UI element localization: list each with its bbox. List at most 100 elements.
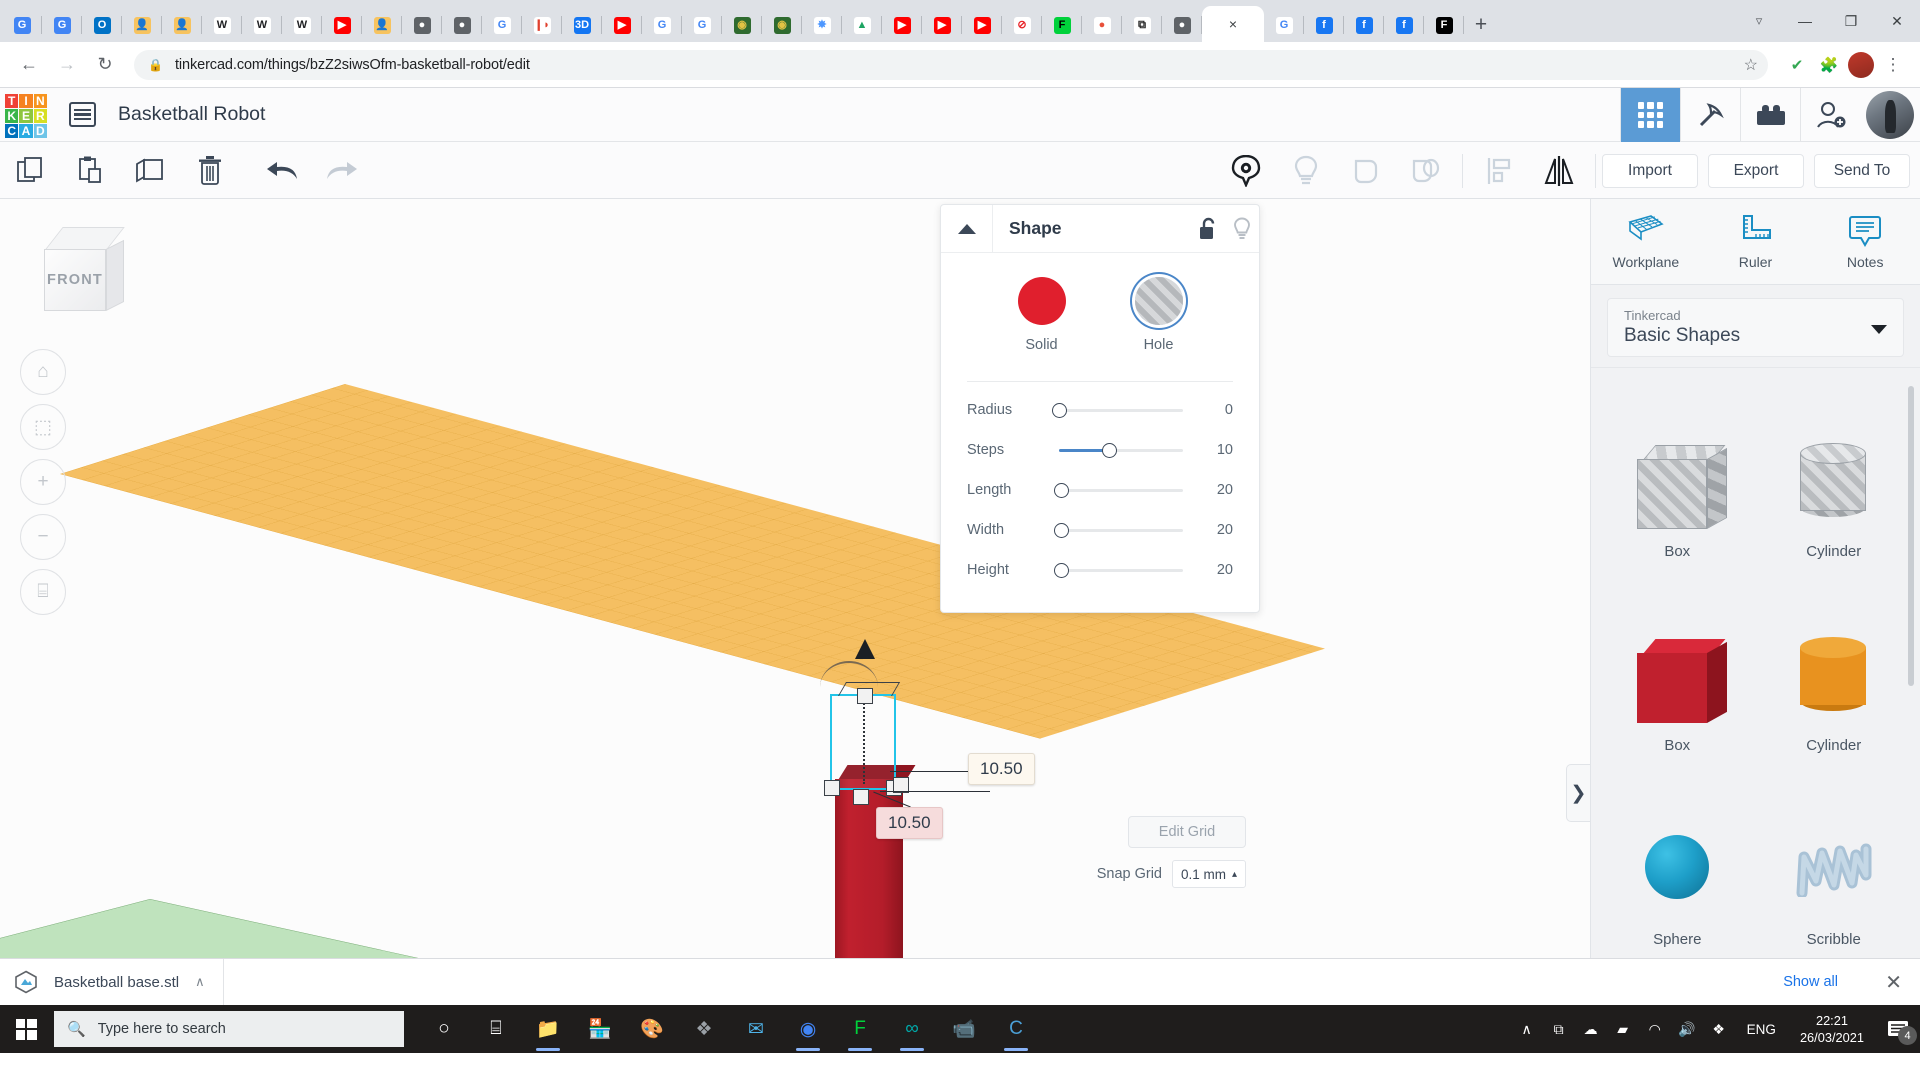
teams-app[interactable]: C <box>992 1005 1040 1053</box>
address-bar[interactable]: 🔒 tinkercad.com/things/bzZ2siwsOfm-baske… <box>134 49 1768 80</box>
google-chrome[interactable]: ◉ <box>784 1005 832 1053</box>
window-shield-icon[interactable]: ▿ <box>1736 0 1782 42</box>
radius-slider[interactable] <box>1052 402 1183 418</box>
shape-cylinder-solid[interactable]: Cylinder <box>1756 572 1913 762</box>
solid-mode-option[interactable]: Solid <box>1017 277 1066 353</box>
view-cube-front-face[interactable]: FRONT <box>44 249 106 311</box>
start-button[interactable] <box>0 1005 52 1053</box>
tab-wikipedia[interactable]: W <box>202 8 242 42</box>
dimension-label-length[interactable]: 10.50 <box>876 807 943 839</box>
download-item[interactable]: Basketball base.stl ∧ <box>14 958 224 1006</box>
zoom-in-button[interactable]: + <box>20 459 66 505</box>
height-slider-knob[interactable] <box>1054 562 1070 578</box>
grid-view-button[interactable] <box>1620 88 1680 142</box>
workplane-tool[interactable]: Workplane <box>1591 199 1701 284</box>
shape-sphere[interactable]: Sphere <box>1599 766 1756 956</box>
length-slider-knob[interactable] <box>1054 482 1070 498</box>
extension-puzzle-icon[interactable]: 🧩 <box>1814 50 1844 80</box>
panel-collapse-button[interactable]: ❯ <box>1566 764 1590 822</box>
zoom-app[interactable]: 📹 <box>940 1005 988 1053</box>
shape-scribble[interactable]: Scribble <box>1756 766 1913 956</box>
lock-shape-button[interactable] <box>1191 205 1225 253</box>
close-download-bar-button[interactable]: ✕ <box>1885 970 1902 995</box>
tab-google[interactable]: G <box>482 8 522 42</box>
edit-grid-button[interactable]: Edit Grid <box>1128 816 1246 848</box>
notes-tool[interactable]: Notes <box>1810 199 1920 284</box>
resize-handle-front[interactable] <box>853 789 869 805</box>
action-center-button[interactable]: 4 <box>1876 1005 1920 1053</box>
resize-handle-bl[interactable] <box>824 780 840 796</box>
hole-mode-option[interactable]: Hole <box>1134 277 1183 353</box>
tab-classroom[interactable]: 👤 <box>362 8 402 42</box>
tab-no-entry[interactable]: ⊘ <box>1002 8 1042 42</box>
tray-battery[interactable]: ▰ <box>1607 1005 1639 1053</box>
steps-slider-knob[interactable] <box>1101 442 1117 458</box>
sidebar-scrollbar[interactable] <box>1908 386 1914 686</box>
tab-globe[interactable]: ● <box>402 8 442 42</box>
taskbar-search-input[interactable]: 🔍 Type here to search <box>54 1011 404 1047</box>
back-button[interactable]: ← <box>12 48 46 82</box>
tray-screen-record[interactable]: ⧉ <box>1543 1005 1575 1053</box>
shape-box-hole[interactable]: Box <box>1599 378 1756 568</box>
snap-grid-select[interactable]: 0.1 mm ▴ <box>1172 860 1246 888</box>
show-all-downloads-button[interactable]: Show all <box>1767 967 1854 997</box>
shape-visibility-button[interactable] <box>1225 205 1259 253</box>
width-slider-knob[interactable] <box>1054 522 1070 538</box>
project-menu-icon[interactable] <box>69 102 96 127</box>
window-minimize-button[interactable]: — <box>1782 0 1828 42</box>
tab-wikipedia[interactable]: W <box>282 8 322 42</box>
ungroup-button[interactable] <box>1396 142 1456 199</box>
paste-button[interactable] <box>60 142 120 199</box>
tab-crop-tool[interactable]: ⧉ <box>1122 8 1162 42</box>
undo-button[interactable] <box>252 142 312 199</box>
blocks-button[interactable] <box>1740 88 1800 142</box>
tab-google[interactable]: G <box>1264 8 1304 42</box>
send-to-button[interactable]: Send To <box>1814 153 1910 188</box>
cortana-button[interactable]: ○ <box>420 1005 468 1053</box>
radius-value[interactable]: 0 <box>1199 402 1233 418</box>
flipgrid-app[interactable]: F <box>836 1005 884 1053</box>
tab-school-crest[interactable]: ◉ <box>722 8 762 42</box>
length-slider[interactable] <box>1054 482 1183 498</box>
length-value[interactable]: 20 <box>1199 482 1233 498</box>
tab-google-translate[interactable]: G <box>42 8 82 42</box>
group-button[interactable] <box>1336 142 1396 199</box>
infinity-app[interactable]: ∞ <box>888 1005 936 1053</box>
resize-handle-top[interactable] <box>857 688 873 704</box>
tab-outlook[interactable]: O <box>82 8 122 42</box>
tab-thingiverse[interactable]: 3D <box>562 8 602 42</box>
tab-globe[interactable]: ● <box>1162 8 1202 42</box>
width-slider[interactable] <box>1054 522 1183 538</box>
notes-toggle-button[interactable] <box>1216 142 1276 199</box>
tab-facebook[interactable]: f <box>1384 8 1424 42</box>
tab-flipgrid[interactable]: F <box>1042 8 1082 42</box>
tab-facebook[interactable]: f <box>1344 8 1384 42</box>
tab-globe[interactable]: ● <box>442 8 482 42</box>
invite-button[interactable] <box>1800 88 1860 142</box>
language-indicator[interactable]: ENG <box>1735 1022 1788 1037</box>
tray-onedrive[interactable]: ☁ <box>1575 1005 1607 1053</box>
hole-swatch[interactable] <box>1134 277 1183 325</box>
ruler-tool[interactable]: Ruler <box>1701 199 1811 284</box>
tab-scratch[interactable]: ✸ <box>802 8 842 42</box>
tray-volume[interactable]: 🔊 <box>1671 1005 1703 1053</box>
align-button[interactable] <box>1469 142 1529 199</box>
tab-classroom[interactable]: 👤 <box>162 8 202 42</box>
tab-facebook[interactable]: f <box>1304 8 1344 42</box>
clock[interactable]: 22:21 26/03/2021 <box>1788 1012 1876 1047</box>
tab-youtube[interactable]: ▶ <box>962 8 1002 42</box>
codeblocks-button[interactable] <box>1680 88 1740 142</box>
tab-news[interactable]: F <box>1424 8 1464 42</box>
width-value[interactable]: 20 <box>1199 522 1233 538</box>
height-value[interactable]: 20 <box>1199 562 1233 578</box>
window-maximize-button[interactable]: ❐ <box>1828 0 1874 42</box>
tray-dropbox[interactable]: ❖ <box>1703 1005 1735 1053</box>
red-pillar-model[interactable] <box>835 779 903 958</box>
tab-youtube[interactable]: ▶ <box>922 8 962 42</box>
tab-tinkercad-alt[interactable]: ❙◗ <box>522 8 562 42</box>
paint-3d[interactable]: 🎨 <box>628 1005 676 1053</box>
shape-box-solid[interactable]: Box <box>1599 572 1756 762</box>
duplicate-button[interactable] <box>120 142 180 199</box>
tab-school-crest[interactable]: ◉ <box>762 8 802 42</box>
hide-light-button[interactable] <box>1276 142 1336 199</box>
